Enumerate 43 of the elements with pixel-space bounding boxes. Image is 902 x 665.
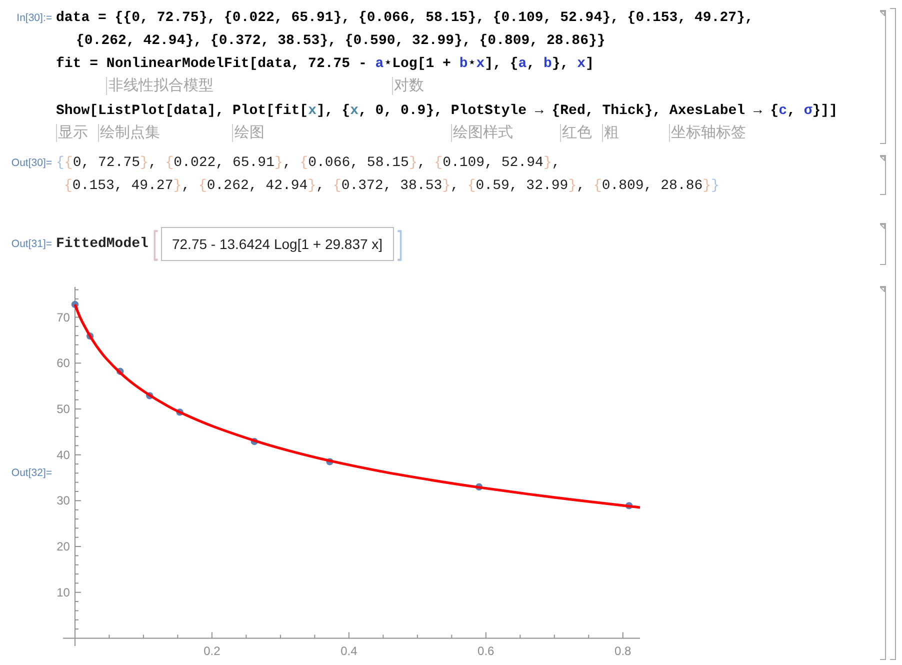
hint-label: 绘图 bbox=[232, 124, 264, 142]
hint-label: 非线性拟合模型 bbox=[106, 77, 214, 95]
hint-label: 坐标轴标签 bbox=[669, 124, 746, 142]
group-bracket[interactable] bbox=[890, 8, 896, 660]
code-line: {0.153, 49.27}, {0.262, 42.94}, {0.372, 38.53}, {0.59, 32.99}, {0.809, 28.86}} bbox=[64, 177, 720, 196]
cell-marker-icon bbox=[880, 156, 885, 161]
tick-label: 30 bbox=[56, 494, 70, 508]
code-line: Show[ListPlot[data], Plot[fit[x], {x, 0, 0.9}, PlotStyle → {Red, Thick}, AxesLabel → {c, σ}]] bbox=[56, 102, 838, 121]
tick-label: 0.8 bbox=[614, 644, 632, 658]
tick-label: 0.2 bbox=[204, 644, 220, 658]
cell-bracket[interactable] bbox=[880, 286, 886, 660]
tick-label: 0.4 bbox=[340, 644, 358, 658]
hint-label: 绘制点集 bbox=[98, 124, 160, 142]
cell-marker-icon bbox=[880, 11, 885, 16]
cell-marker-icon bbox=[880, 224, 885, 229]
code-line: {0.262, 42.94}, {0.372, 38.53}, {0.590, 32.99}, {0.809, 28.86}} bbox=[76, 32, 606, 51]
function-name: FittedModel bbox=[56, 234, 148, 254]
code-line: {{0, 72.75}, {0.022, 65.91}, {0.066, 58.15}, {0.109, 52.94}, bbox=[56, 154, 560, 173]
model-formula: 72.75 - 13.6424 Log[1 + 29.837 x] bbox=[160, 227, 394, 261]
cell-bracket[interactable] bbox=[880, 223, 886, 265]
tick-label: 50 bbox=[56, 402, 70, 416]
hint-label: 粗 bbox=[602, 124, 619, 142]
tick-label: 0.6 bbox=[478, 644, 494, 658]
hint-label: 对数 bbox=[392, 77, 424, 95]
code-line: fit = NonlinearModelFit[data, 72.75 - a⋆Log[1 + b⋆x], {a, b}, x] bbox=[56, 55, 594, 74]
tick-label: 40 bbox=[56, 448, 70, 462]
cell-label: In[30]:= bbox=[16, 11, 52, 26]
cell-label: Out[30]= bbox=[11, 156, 52, 171]
hint-label: 红色 bbox=[560, 124, 592, 142]
cell-label: Out[31]= bbox=[11, 236, 52, 252]
cell-marker-icon bbox=[880, 287, 885, 292]
cell-label: Out[32]= bbox=[11, 466, 52, 480]
tick-label: 60 bbox=[56, 356, 70, 370]
open-bracket: [ bbox=[152, 228, 158, 260]
hint-label: 绘图样式 bbox=[450, 124, 513, 142]
cell-bracket[interactable] bbox=[880, 10, 886, 144]
tick-label: 20 bbox=[56, 540, 70, 554]
close-bracket: ] bbox=[398, 228, 404, 260]
tick-label: 70 bbox=[56, 310, 70, 324]
tick-label: 10 bbox=[56, 585, 70, 600]
hint-label: 显示 bbox=[56, 124, 88, 142]
code-line: data = {{0, 72.75}, {0.022, 65.91}, {0.066, 58.15}, {0.109, 52.94}, {0.153, 49.27}, bbox=[56, 9, 754, 28]
cell-bracket[interactable] bbox=[880, 155, 886, 195]
